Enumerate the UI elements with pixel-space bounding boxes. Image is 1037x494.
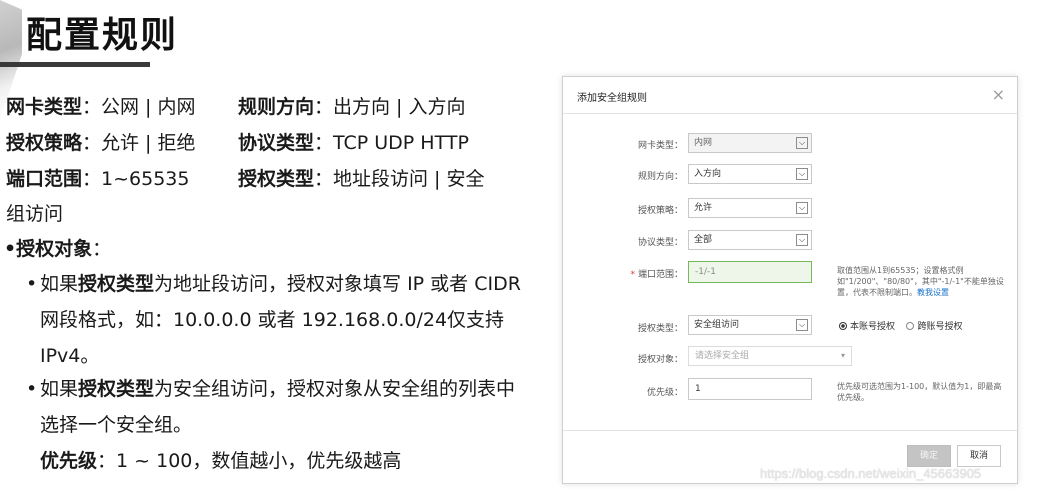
bullet-addr-access: • 如果授权类型为地址段访问，授权对象填写 IP 或者 CIDR 网段格式，如：… xyxy=(26,273,521,367)
chevron-down-icon: ⌵ xyxy=(796,137,808,149)
dialog-title: 添加安全组规则 xyxy=(577,93,647,104)
auth-target-dropdown[interactable]: 请选择安全组 ▾ xyxy=(688,346,852,366)
val-nic-type: ：公网 | 内网 xyxy=(82,96,196,118)
line-policy-protocol: 授权策略：允许 | 拒绝 协议类型：TCP UDP HTTP xyxy=(6,130,469,156)
nic-type-select[interactable]: 内网 ⌵ xyxy=(688,133,812,153)
help-link[interactable]: 教我设置 xyxy=(917,288,949,297)
label-protocol: 协议类型： xyxy=(637,238,683,248)
val-port: ：1~65535 xyxy=(82,168,190,190)
val-direction: ：出方向 | 入方向 xyxy=(314,96,466,118)
protocol-select[interactable]: 全部 ⌵ xyxy=(688,230,812,250)
val-policy: ：允许 | 拒绝 xyxy=(82,132,196,154)
port-range-input[interactable]: -1/-1 xyxy=(688,261,812,283)
line-port-authtype: 端口范围：1~65535 授权类型：地址段访问 | 安全 xyxy=(6,166,485,192)
radio-cross-account[interactable]: 跨账号授权 xyxy=(906,322,962,332)
chevron-down-icon: ⌵ xyxy=(796,168,808,180)
label-direction: 规则方向： xyxy=(637,172,683,182)
key-direction: 规则方向 xyxy=(238,96,315,118)
dialog-header: 添加安全组规则 × xyxy=(563,77,1017,114)
bullet-sg-access: • 如果授权类型为安全组访问，授权对象从安全组的列表中选择一个安全组。 xyxy=(26,378,516,436)
key-protocol: 协议类型 xyxy=(238,132,315,154)
val-protocol: ：TCP UDP HTTP xyxy=(314,132,469,154)
watermark: https://blog.csdn.net/weixin_45663905 xyxy=(760,466,982,481)
port-help-text: 取值范围从1到65535；设置格式例如"1/200"、"80/80"，其中"-1… xyxy=(837,266,1004,297)
label-port: * 端口范围： xyxy=(630,270,683,280)
auth-account-radios: 本账号授权 跨账号授权 xyxy=(839,319,962,332)
key-auth-type: 授权类型 xyxy=(238,168,315,190)
chevron-down-icon: ⌵ xyxy=(796,319,808,331)
caret-down-icon: ▾ xyxy=(840,351,845,360)
line-priority: 优先级：1 ~ 100，数值越小，优先级越高 xyxy=(40,450,402,472)
label-priority: 优先级： xyxy=(646,388,683,398)
chevron-down-icon: ⌵ xyxy=(796,234,808,246)
add-rule-dialog: 添加安全组规则 × 网卡类型： 内网 ⌵ 规则方向： 入方向 ⌵ 授权策略： 允… xyxy=(562,76,1018,484)
priority-help-text: 优先级可选范围为1-100，默认值为1，即最高优先级。 xyxy=(837,382,1002,402)
chevron-down-icon: ⌵ xyxy=(796,202,808,214)
radio-this-account[interactable]: 本账号授权 xyxy=(839,322,895,332)
target-heading: •授权对象： xyxy=(4,238,112,260)
line-nic-direction: 网卡类型：公网 | 内网 规则方向：出方向 | 入方向 xyxy=(6,94,466,120)
val-auth-type: ：地址段访问 | 安全 xyxy=(314,168,485,190)
auth-type-select[interactable]: 安全组访问 ⌵ xyxy=(688,315,812,335)
key-port: 端口范围 xyxy=(6,168,83,190)
label-auth-target: 授权对象： xyxy=(637,355,683,365)
direction-select[interactable]: 入方向 ⌵ xyxy=(688,164,812,184)
title-underline xyxy=(0,62,150,67)
key-policy: 授权策略 xyxy=(6,132,83,154)
label-auth-type: 授权类型： xyxy=(637,324,683,334)
policy-select[interactable]: 允许 ⌵ xyxy=(688,198,812,218)
page-title: 配置规则 xyxy=(26,15,179,56)
cancel-button[interactable]: 取消 xyxy=(957,445,1001,467)
label-policy: 授权策略： xyxy=(637,206,683,216)
line-wrap: 组访问 xyxy=(6,203,64,225)
key-nic-type: 网卡类型 xyxy=(6,96,83,118)
priority-input[interactable]: 1 xyxy=(688,378,812,400)
label-nic-type: 网卡类型： xyxy=(637,141,683,151)
confirm-button[interactable]: 确定 xyxy=(907,445,951,467)
close-icon[interactable]: × xyxy=(992,85,1005,104)
